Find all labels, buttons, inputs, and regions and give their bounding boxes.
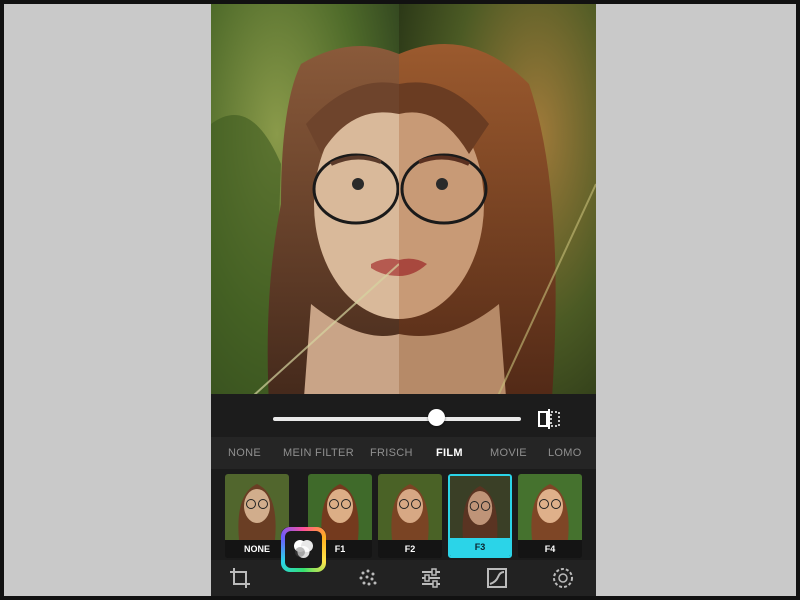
filter-thumb-label: F3 [450,538,510,556]
adjust-icon[interactable] [420,567,442,589]
filter-thumb-f3[interactable]: F3 [448,474,512,558]
crop-icon[interactable] [229,567,251,589]
curves-icon[interactable] [486,567,508,589]
filter-thumbnail-strip: NONE F1 F2 F3 F4 [211,469,596,560]
vignette-icon[interactable] [552,567,574,589]
tab-none[interactable]: NONE [228,447,261,459]
tab-movie[interactable]: MOVIE [490,447,527,459]
tab-frisch[interactable]: FRISCH [370,447,413,459]
thumb-image [518,474,582,540]
filter-thumb-none[interactable]: NONE [225,474,289,558]
original-half [211,4,399,437]
filtered-half [399,4,596,437]
tab-lomo[interactable]: LOMO [548,447,582,459]
tab-mein-filter[interactable]: MEIN FILTER [283,447,354,459]
intensity-slider[interactable] [273,417,521,421]
intensity-slider-row [211,404,596,434]
filter-thumb-f4[interactable]: F4 [518,474,582,558]
thumb-image [378,474,442,540]
tab-film[interactable]: FILM [436,447,463,459]
filter-thumb-label: F2 [378,540,442,558]
filter-thumb-label: NONE [225,540,289,558]
filter-category-tabs: NONE MEIN FILTER FRISCH FILM MOVIE LOMO [211,437,596,469]
filters-icon [294,540,313,558]
photo-preview[interactable] [211,4,596,437]
thumb-image [450,476,510,542]
filters-tool-button[interactable] [281,527,326,572]
split-compare-icon[interactable] [536,407,562,431]
effects-icon[interactable] [357,567,379,589]
filter-thumb-f2[interactable]: F2 [378,474,442,558]
photo-editor-screen: NONE MEIN FILTER FRISCH FILM MOVIE LOMO … [211,4,596,596]
bottom-toolbar [211,560,596,596]
intensity-slider-knob[interactable] [428,409,446,426]
filter-thumb-label: F4 [518,540,582,558]
thumb-image [225,474,289,540]
